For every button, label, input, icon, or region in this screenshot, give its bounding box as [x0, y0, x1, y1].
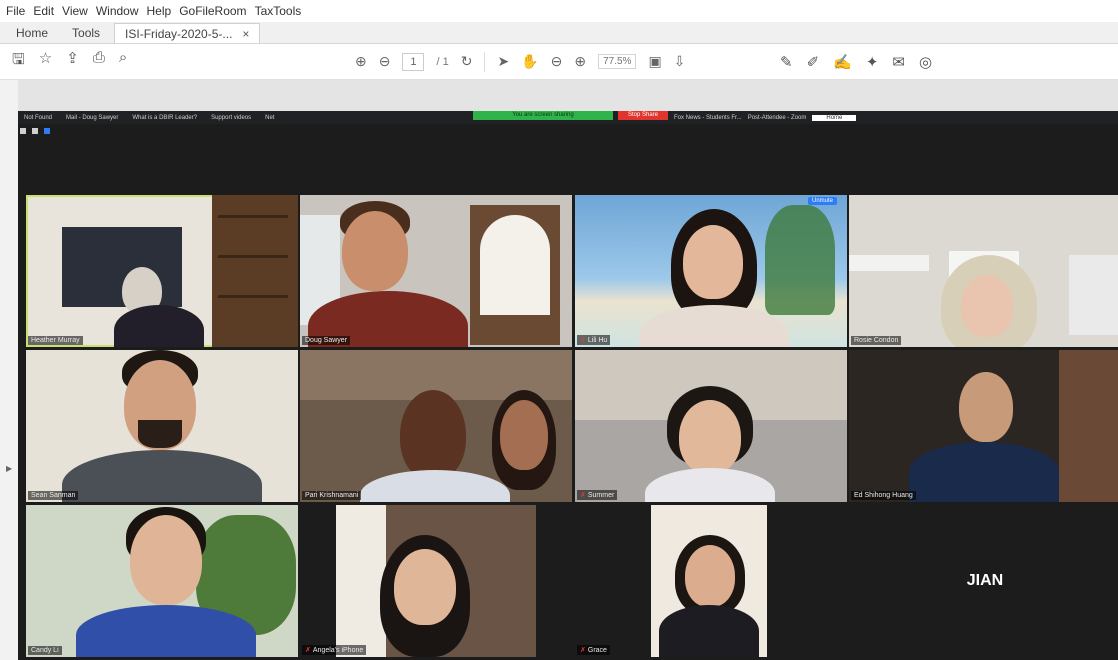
participant-name-wrap: ✗ Angela's iPhone [302, 645, 367, 655]
participant-name: Doug Sawyer [302, 336, 351, 345]
participant-name: Rosie Condon [851, 336, 902, 345]
scroll-mode-icon[interactable]: ⇩ [674, 53, 686, 70]
menu-gofileroom[interactable]: GoFileRoom [179, 4, 246, 18]
tab-document[interactable]: ISI-Friday-2020-5-... × [114, 23, 261, 43]
zoom-out-icon[interactable]: ⊖ [551, 53, 563, 70]
video-tile: JIAN [849, 505, 1118, 657]
zoom-in-icon[interactable]: ⊕ [574, 53, 586, 70]
participant-name: Angela's iPhone [312, 647, 364, 654]
print-icon[interactable]: ⎙ [93, 49, 105, 74]
gallery-view-icon [44, 128, 50, 134]
tab-home[interactable]: Home [6, 23, 58, 43]
tab-row: Home Tools ISI-Friday-2020-5-... × [0, 22, 1118, 44]
view-square-icon [32, 128, 38, 134]
video-tile: Heather Murray [26, 195, 298, 347]
rotate-icon[interactable]: ↻ [461, 53, 473, 70]
upload-cloud-icon[interactable]: ⇪ [66, 49, 79, 74]
participant-name: Lili Hu [587, 337, 608, 344]
video-tile: Unmute ✗ Lili Hu [575, 195, 847, 347]
participant-name: Ed Shihong Huang [851, 491, 916, 500]
participant-name: JIAN [966, 572, 1004, 589]
video-tile: Sean Sanman [26, 350, 298, 502]
browser-tab-active: Home [812, 114, 857, 121]
video-tile: Rosie Condon [849, 195, 1118, 347]
screen-sharing-banner: You are screen sharing [473, 111, 613, 120]
video-tile: Candy Li [26, 505, 298, 657]
sign-icon[interactable]: ✍ [833, 53, 852, 71]
browser-tab: Post-Attendee - Zoom [747, 114, 807, 121]
participant-name: Pari Krishnamani [302, 491, 362, 500]
fit-page-icon[interactable]: ▣ [648, 53, 661, 70]
close-icon[interactable]: × [242, 27, 249, 41]
hand-tool-icon[interactable]: ✋ [521, 53, 538, 70]
participant-name: Grace [587, 647, 607, 654]
menu-window[interactable]: Window [96, 4, 139, 18]
stamp-icon[interactable]: ✦ [866, 53, 879, 71]
muted-mic-icon: ✗ [580, 647, 586, 654]
menu-bar: File Edit View Window Help GoFileRoom Ta… [0, 0, 1118, 22]
menu-view[interactable]: View [62, 4, 88, 18]
browser-tab: Fox News - Students Fr... [674, 114, 742, 121]
menu-file[interactable]: File [6, 4, 25, 18]
participant-name-wrap: ✗ Grace [577, 645, 610, 655]
more-tools-icon[interactable]: ◎ [919, 53, 932, 71]
zoom-level-select[interactable]: 77.5% [598, 54, 637, 69]
video-tile: Pari Krishnamani [300, 350, 572, 502]
highlight-pen-icon[interactable]: ✐ [807, 53, 820, 71]
video-tile: ✗ Grace [575, 505, 847, 657]
menu-help[interactable]: Help [147, 4, 172, 18]
search-icon[interactable]: ⌕ [119, 49, 127, 74]
page-number-input[interactable]: 1 [402, 52, 425, 71]
participant-name-wrap: ✗ Lili Hu [577, 335, 611, 345]
participant-name: Candy Li [28, 646, 62, 655]
tab-document-label: ISI-Friday-2020-5-... [125, 26, 233, 41]
menu-taxtools[interactable]: TaxTools [255, 4, 302, 18]
toolbar-divider [484, 51, 486, 72]
pdf-toolbar: 🖫 ☆ ⇪ ⎙ ⌕ ⊕ ⊖ 1 / 1 ↻ ➤ ✋ ⊖ ⊕ 77.5% ▣ ⇩ … [0, 44, 1118, 80]
video-tile: Doug Sawyer [300, 195, 572, 347]
muted-mic-icon: ✗ [580, 337, 586, 344]
browser-tab: Mail - Doug Sawyer [66, 114, 119, 121]
comment-icon[interactable]: ✎ [780, 53, 793, 71]
select-arrow-icon[interactable]: ➤ [497, 53, 509, 70]
participant-name: Summer [587, 492, 615, 499]
participant-name: Heather Murray [28, 336, 83, 345]
left-panel-gutter: ▶ [0, 80, 18, 660]
browser-tab: Not Found [24, 114, 53, 121]
video-tile: ✗ Summer [575, 350, 847, 502]
browser-tab: Support videos [211, 114, 252, 121]
unmute-badge: Unmute [807, 197, 837, 205]
stop-share-button: Stop Share [618, 111, 668, 120]
page-down-icon[interactable]: ⊖ [379, 53, 391, 70]
bookmark-star-icon[interactable]: ☆ [39, 49, 52, 74]
view-square-icon [20, 128, 26, 134]
tab-tools[interactable]: Tools [62, 23, 110, 43]
browser-tab: Net [265, 114, 275, 121]
attach-icon[interactable]: ✉ [892, 53, 905, 71]
page-total: / 1 [436, 55, 449, 68]
pdf-page: Not Found Mail - Doug Sawyer What is a D… [18, 111, 1118, 660]
muted-mic-icon: ✗ [305, 647, 311, 654]
browser-tab: What is a DBIR Leader? [132, 114, 198, 121]
video-tile: Ed Shihong Huang [849, 350, 1118, 502]
participant-name-wrap: ✗ Summer [577, 490, 618, 500]
menu-edit[interactable]: Edit [33, 4, 54, 18]
expand-panel-icon[interactable]: ▶ [6, 464, 12, 473]
participant-name: Sean Sanman [28, 491, 79, 500]
view-controls [18, 124, 1118, 138]
video-tile: ✗ Angela's iPhone [300, 505, 572, 657]
save-icon[interactable]: 🖫 [12, 49, 25, 74]
muted-mic-icon: ✗ [580, 492, 586, 499]
page-up-icon[interactable]: ⊕ [355, 53, 367, 70]
